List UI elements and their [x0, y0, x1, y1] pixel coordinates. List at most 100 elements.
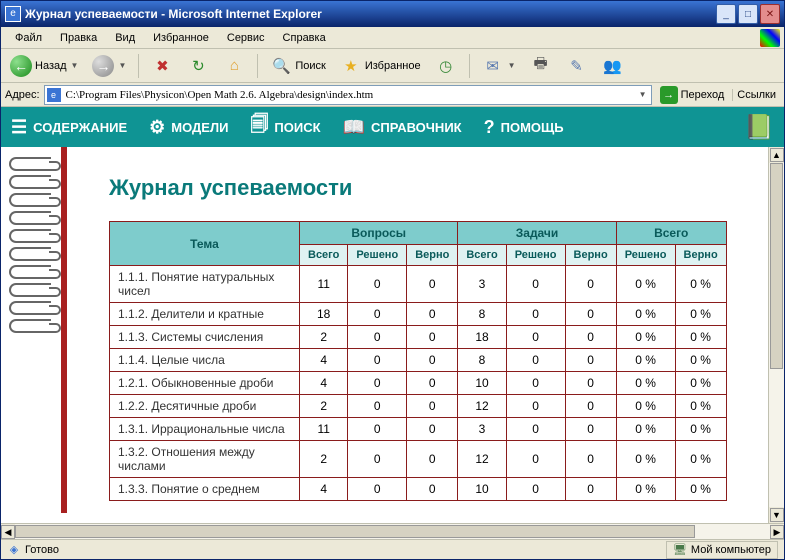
table-row: 1.1.4. Целые числа4008000 %0 % — [110, 349, 727, 372]
cell-g-correct: 0 % — [675, 266, 726, 303]
nav-models[interactable]: ⚙МОДЕЛИ — [149, 117, 228, 138]
go-button[interactable]: → Переход — [656, 86, 729, 104]
cell-q-correct: 0 — [407, 478, 458, 501]
cell-g-correct: 0 % — [675, 395, 726, 418]
menu-view[interactable]: Вид — [107, 30, 143, 46]
cell-topic: 1.1.4. Целые числа — [110, 349, 300, 372]
cell-t-total: 8 — [458, 349, 506, 372]
cell-q-total: 18 — [300, 303, 348, 326]
cell-t-correct: 0 — [565, 478, 616, 501]
forward-button[interactable]: → ▼ — [87, 53, 131, 79]
scroll-down-icon[interactable]: ▼ — [770, 508, 784, 522]
cell-t-solved: 0 — [506, 326, 565, 349]
minimize-button[interactable]: _ — [716, 4, 736, 24]
cell-t-solved: 0 — [506, 395, 565, 418]
cell-t-solved: 0 — [506, 266, 565, 303]
ie-icon: e — [5, 6, 21, 22]
links-label[interactable]: Ссылки — [732, 89, 780, 101]
star-icon: ★ — [340, 55, 362, 77]
cell-topic: 1.1.1. Понятие натуральных чисел — [110, 266, 300, 303]
cell-g-solved: 0 % — [616, 266, 675, 303]
stop-button[interactable]: ✖ — [146, 53, 178, 79]
th-questions: Вопросы — [300, 222, 458, 245]
cell-g-solved: 0 % — [616, 441, 675, 478]
cell-t-correct: 0 — [565, 303, 616, 326]
edit-button[interactable]: ✎ — [561, 53, 593, 79]
menu-favorites[interactable]: Избранное — [145, 30, 217, 46]
cell-q-solved: 0 — [348, 441, 407, 478]
cell-q-total: 2 — [300, 326, 348, 349]
th-t-total: Всего — [458, 245, 506, 266]
nav-search[interactable]: 🗐ПОИСК — [250, 112, 320, 142]
cell-q-total: 4 — [300, 372, 348, 395]
separator — [257, 54, 258, 78]
nav-label: ПОМОЩЬ — [501, 120, 564, 135]
cell-q-total: 4 — [300, 349, 348, 372]
nav-help[interactable]: ?ПОМОЩЬ — [484, 117, 564, 138]
scroll-right-icon[interactable]: ▶ — [770, 525, 784, 539]
page-icon: ◈ — [7, 543, 21, 557]
cell-q-solved: 0 — [348, 418, 407, 441]
th-tasks: Задачи — [458, 222, 616, 245]
titlebar: e Журнал успеваемости - Microsoft Intern… — [1, 1, 784, 27]
cell-topic: 1.1.3. Системы счисления — [110, 326, 300, 349]
menu-file[interactable]: Файл — [7, 30, 50, 46]
horizontal-scrollbar[interactable]: ◀ ▶ — [1, 523, 784, 539]
scroll-thumb[interactable] — [770, 163, 783, 369]
history-button[interactable]: ◷ — [430, 53, 462, 79]
cell-topic: 1.2.2. Десятичные дроби — [110, 395, 300, 418]
cell-g-correct: 0 % — [675, 326, 726, 349]
mail-icon: ✉ — [482, 55, 504, 77]
nav-label: СПРАВОЧНИК — [371, 120, 462, 135]
cell-g-solved: 0 % — [616, 395, 675, 418]
print-button[interactable]: 🖶 — [525, 53, 557, 79]
home-button[interactable]: ⌂ — [218, 53, 250, 79]
scroll-left-icon[interactable]: ◀ — [1, 525, 15, 539]
menu-edit[interactable]: Правка — [52, 30, 105, 46]
home-icon: ⌂ — [223, 55, 245, 77]
page-scroll[interactable]: Журнал успеваемости Тема Вопросы Задачи … — [1, 147, 768, 523]
nav-contents[interactable]: ☰СОДЕРЖАНИЕ — [11, 117, 127, 138]
page-title: Журнал успеваемости — [109, 175, 768, 201]
zone-cell: 🖥 Мой компьютер — [666, 541, 778, 559]
scroll-thumb[interactable] — [15, 525, 695, 538]
cell-g-solved: 0 % — [616, 478, 675, 501]
cell-t-correct: 0 — [565, 418, 616, 441]
favorites-button[interactable]: ★ Избранное — [335, 53, 426, 79]
table-row: 1.3.3. Понятие о среднем40010000 %0 % — [110, 478, 727, 501]
address-dropdown-icon[interactable]: ▼ — [637, 90, 649, 99]
vertical-scrollbar[interactable]: ▲ ▼ — [768, 147, 784, 523]
book-icon: 📖 — [343, 117, 365, 138]
nav-reference[interactable]: 📖 СПРАВОЧНИК — [343, 117, 462, 138]
open-book-icon: 📗 — [744, 113, 774, 142]
separator — [469, 54, 470, 78]
search-icon: 🔍 — [270, 55, 292, 77]
cell-q-correct: 0 — [407, 418, 458, 441]
scroll-up-icon[interactable]: ▲ — [770, 148, 784, 162]
favorites-label: Избранное — [365, 60, 421, 72]
search-button[interactable]: 🔍 Поиск — [265, 53, 330, 79]
toolbar: ← Назад ▼ → ▼ ✖ ↻ ⌂ 🔍 Поиск ★ Избранное … — [1, 49, 784, 83]
messenger-button[interactable]: 👥 — [597, 53, 629, 79]
address-input[interactable] — [64, 88, 637, 102]
cell-g-solved: 0 % — [616, 418, 675, 441]
table-row: 1.2.1. Обыкновенные дроби40010000 %0 % — [110, 372, 727, 395]
cell-t-total: 18 — [458, 326, 506, 349]
close-button[interactable]: ✕ — [760, 4, 780, 24]
refresh-button[interactable]: ↻ — [182, 53, 214, 79]
maximize-button[interactable]: □ — [738, 4, 758, 24]
cell-topic: 1.3.2. Отношения между числами — [110, 441, 300, 478]
cell-t-correct: 0 — [565, 441, 616, 478]
cell-q-correct: 0 — [407, 441, 458, 478]
print-icon: 🖶 — [530, 55, 552, 77]
cell-t-solved: 0 — [506, 349, 565, 372]
cell-g-correct: 0 % — [675, 303, 726, 326]
mail-button[interactable]: ✉▼ — [477, 53, 521, 79]
menu-help[interactable]: Справка — [275, 30, 334, 46]
cell-topic: 1.3.3. Понятие о среднем — [110, 478, 300, 501]
menu-tools[interactable]: Сервис — [219, 30, 273, 46]
cell-t-correct: 0 — [565, 372, 616, 395]
back-button[interactable]: ← Назад ▼ — [5, 53, 83, 79]
th-t-correct: Верно — [565, 245, 616, 266]
addressbar: Адрес: e ▼ → Переход Ссылки — [1, 83, 784, 107]
